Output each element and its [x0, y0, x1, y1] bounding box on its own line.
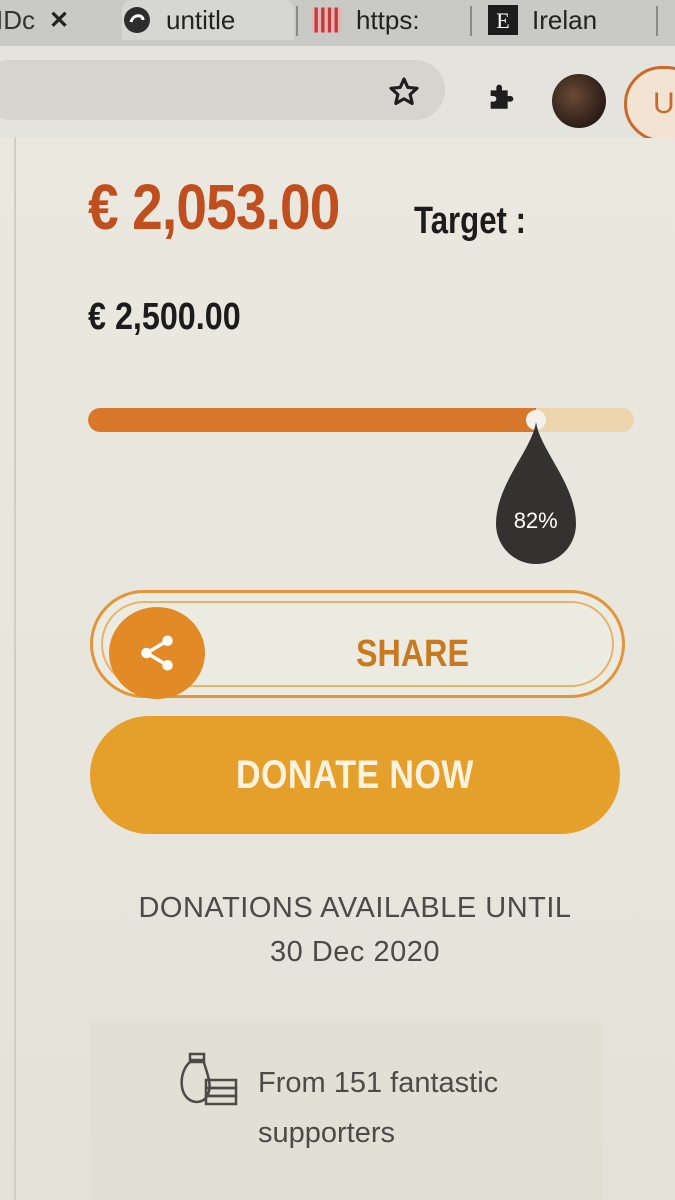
- tab-label: Irelan: [532, 4, 598, 35]
- target-amount: € 2,500.00: [88, 296, 241, 338]
- supporters-count: From 151 fantastic supporters: [258, 1058, 578, 1158]
- share-label: SHARE: [355, 633, 470, 675]
- tab-divider: [470, 6, 472, 36]
- tab-https[interactable]: https:: [312, 0, 460, 40]
- share-button[interactable]: SHARE: [90, 590, 625, 699]
- svg-text:E: E: [496, 8, 509, 33]
- tab-divider: [296, 6, 298, 36]
- tab-strip: IDc ✕ untitle https: E Irelan: [0, 0, 675, 46]
- puzzle-icon[interactable]: [482, 76, 522, 116]
- tab-untitled[interactable]: untitle: [122, 0, 294, 40]
- share-icon: [141, 635, 173, 671]
- tab-ireland[interactable]: E Irelan: [488, 0, 648, 40]
- share-icon-circle: [109, 607, 205, 699]
- app-favicon: [122, 5, 152, 35]
- deadline-date: 30 Dec 2020: [270, 936, 440, 968]
- tab-label: IDc: [0, 4, 35, 35]
- progress-percent-label: 82%: [513, 508, 558, 533]
- donate-label: DONATE NOW: [236, 753, 474, 797]
- star-icon[interactable]: [384, 72, 424, 112]
- page-divider: [14, 138, 16, 1200]
- tab-label: https:: [356, 4, 420, 35]
- browser-toolbar: U: [0, 46, 675, 142]
- donation-deadline: DONATIONS AVAILABLE UNTIL 30 Dec 2020: [90, 886, 620, 974]
- amount-raised: € 2,053.00: [88, 171, 340, 243]
- tab-divider: [656, 6, 658, 36]
- supporters-line-2: supporters: [258, 1117, 396, 1149]
- address-bar[interactable]: [0, 60, 445, 120]
- share-button-inner: SHARE: [101, 601, 614, 699]
- close-icon[interactable]: ✕: [49, 6, 69, 35]
- profile-button[interactable]: U: [624, 66, 675, 142]
- target-label: Target :: [414, 200, 526, 242]
- progress-tooltip: 82%: [495, 422, 576, 564]
- deadline-caption: DONATIONS AVAILABLE UNTIL: [138, 892, 572, 924]
- money-bag-icon: [176, 1050, 242, 1106]
- supporters-line-1: From 151 fantastic: [258, 1067, 499, 1099]
- profile-label: U: [653, 87, 675, 120]
- donate-now-button[interactable]: DONATE NOW: [90, 716, 620, 834]
- supporters-panel: From 151 fantastic supporters: [90, 1022, 602, 1200]
- drop-shape: [495, 422, 576, 564]
- tab-label: untitle: [166, 4, 236, 35]
- avatar[interactable]: [552, 74, 606, 128]
- striped-favicon: [312, 5, 342, 35]
- progress-fill: [88, 408, 536, 432]
- letter-e-favicon: E: [488, 5, 518, 35]
- tab-current[interactable]: IDc ✕: [0, 0, 106, 40]
